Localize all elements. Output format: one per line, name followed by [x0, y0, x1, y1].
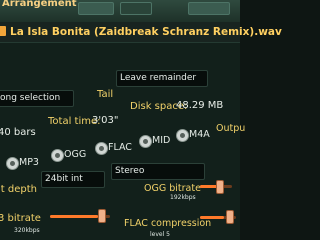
channels-value: Stereo	[115, 166, 145, 176]
titlebar-tab[interactable]	[120, 2, 152, 15]
ogg-bitrate-value: 192kbps	[170, 194, 196, 201]
tail-label: Tail	[97, 89, 114, 100]
file-title: La Isla Bonita (Zaidbreak Schranz Remix)…	[10, 26, 282, 38]
flac-compression-fill	[200, 216, 224, 219]
range-select[interactable]: ong selection	[0, 90, 74, 107]
mp3-bitrate-knob[interactable]	[98, 209, 106, 223]
bit-depth-label: it depth	[0, 184, 37, 195]
radio-ogg[interactable]	[51, 149, 64, 162]
radio-label-ogg: OGG	[64, 149, 87, 160]
window-titlebar: Arrangement	[0, 0, 240, 22]
radio-mid[interactable]	[139, 135, 152, 148]
radio-m4a[interactable]	[176, 129, 189, 142]
file-icon	[0, 26, 6, 36]
bit-depth-select[interactable]: 24bit int	[41, 171, 105, 188]
radio-label-mp3: MP3	[19, 157, 39, 168]
export-panel: ong selection Tail Leave remainder 40 ba…	[0, 43, 245, 240]
titlebar-tab[interactable]	[188, 2, 230, 15]
ogg-bitrate-label: OGG bitrate	[144, 183, 201, 194]
mp3-bitrate-value: 320kbps	[14, 227, 40, 234]
flac-compression-value: level 5	[150, 231, 170, 238]
tail-select[interactable]: Leave remainder	[116, 70, 208, 87]
tail-select-value: Leave remainder	[120, 73, 197, 83]
file-header: La Isla Bonita (Zaidbreak Schranz Remix)…	[0, 22, 282, 43]
range-select-value: ong selection	[0, 93, 61, 103]
mp3-bitrate-fill	[50, 215, 98, 218]
titlebar-tab[interactable]	[78, 2, 114, 15]
ogg-bitrate-knob[interactable]	[216, 180, 224, 194]
radio-label-mid: MID	[152, 135, 171, 146]
flac-compression-label: FLAC compression	[124, 218, 212, 229]
bit-depth-value: 24bit int	[45, 174, 83, 184]
mp3-bitrate-label: 3 bitrate	[0, 213, 41, 224]
radio-label-m4a: M4A	[189, 129, 210, 140]
channels-select[interactable]: Stereo	[111, 163, 205, 180]
output-label: Outpu	[216, 123, 246, 134]
total-time-value: 3'03"	[92, 115, 119, 126]
flac-compression-knob[interactable]	[226, 210, 234, 224]
window-title: Arrangement	[2, 0, 77, 9]
bars-count: 40 bars	[0, 127, 36, 138]
radio-label-flac: FLAC	[108, 142, 132, 153]
disk-space-value: 48.29 MB	[176, 100, 224, 111]
radio-mp3[interactable]	[6, 157, 19, 170]
radio-flac[interactable]	[95, 142, 108, 155]
